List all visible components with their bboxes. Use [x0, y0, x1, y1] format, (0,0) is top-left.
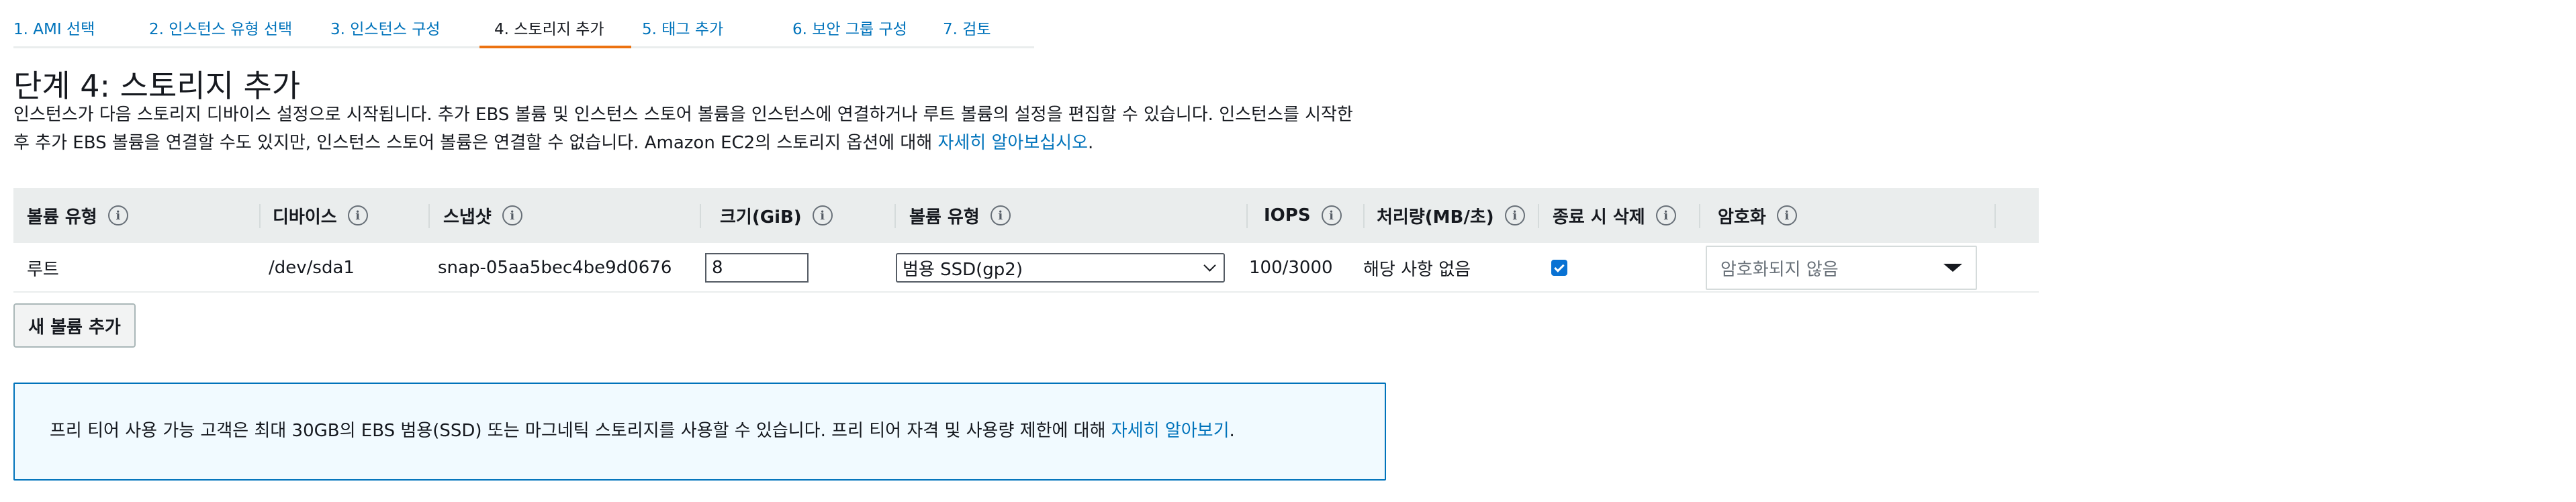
- cell-encryption: 암호화되지 않음: [1706, 243, 1977, 293]
- info-icon[interactable]: i: [990, 205, 1011, 225]
- description-period: .: [1088, 133, 1094, 153]
- column-header-snapshot[interactable]: 스냅샷 i: [443, 188, 522, 243]
- info-icon[interactable]: i: [1776, 205, 1797, 225]
- tab-ami[interactable]: 1. AMI 선택: [13, 0, 149, 48]
- column-header-encryption[interactable]: 암호화 i: [1718, 188, 1797, 243]
- description-line-1: 인스턴스가 다음 스토리지 디바이스 설정으로 시작됩니다. 추가 EBS 볼륨…: [13, 105, 1353, 125]
- tab-label: 1. AMI 선택: [13, 21, 95, 38]
- tab-add-storage[interactable]: 4. 스토리지 추가: [479, 0, 631, 48]
- column-divider: [428, 204, 430, 228]
- info-icon[interactable]: i: [1655, 205, 1676, 225]
- tab-label: 7. 검토: [943, 21, 991, 38]
- column-divider: [1699, 204, 1700, 228]
- delete-on-termination-checkbox[interactable]: [1551, 260, 1567, 276]
- learn-more-link[interactable]: 자세히 알아보십시오: [937, 133, 1088, 153]
- wizard-tabs: 1. AMI 선택 2. 인스턴스 유형 선택 3. 인스턴스 구성 4. 스토…: [13, 0, 1034, 48]
- column-divider: [1363, 204, 1365, 228]
- column-divider: [259, 204, 261, 228]
- column-header-delete-on-termination[interactable]: 종료 시 삭제 i: [1553, 188, 1676, 243]
- cell-delete-on-termination: [1551, 243, 1567, 293]
- tab-add-tags[interactable]: 5. 태그 추가: [631, 0, 764, 48]
- column-label: 스냅샷: [443, 207, 492, 228]
- info-icon[interactable]: i: [1504, 205, 1525, 225]
- tab-underline: [149, 46, 330, 48]
- chevron-down-icon: [1203, 258, 1216, 272]
- tab-underline: [330, 46, 479, 48]
- column-header-throughput[interactable]: 처리량(MB/초) i: [1377, 188, 1525, 243]
- cell-device: /dev/sda1: [269, 258, 355, 278]
- description-line-2: 후 추가 EBS 볼륨을 연결할 수도 있지만, 인스턴스 스토어 볼륨은 연결…: [13, 129, 1397, 157]
- info-icon[interactable]: i: [1321, 205, 1342, 225]
- size-input[interactable]: [705, 253, 809, 283]
- column-header-iops[interactable]: IOPS i: [1264, 188, 1342, 243]
- column-label: 볼륨 유형: [909, 207, 980, 228]
- column-divider: [894, 204, 896, 228]
- tab-instance-type[interactable]: 2. 인스턴스 유형 선택: [149, 0, 330, 48]
- tab-label: 3. 인스턴스 구성: [330, 21, 441, 38]
- cell-throughput: 해당 사항 없음: [1363, 259, 1471, 280]
- column-header-device[interactable]: 디바이스 i: [273, 188, 368, 243]
- free-tier-alert: 프리 티어 사용 가능 고객은 최대 30GB의 EBS 범용(SSD) 또는 …: [13, 383, 1386, 481]
- tab-label: 6. 보안 그룹 구성: [792, 21, 907, 38]
- info-icon[interactable]: i: [812, 205, 833, 225]
- alert-message: 프리 티어 사용 가능 고객은 최대 30GB의 EBS 범용(SSD) 또는 …: [50, 421, 1111, 441]
- cell-size: [705, 243, 809, 293]
- description-text: 후 추가 EBS 볼륨을 연결할 수도 있지만, 인스턴스 스토어 볼륨은 연결…: [13, 133, 938, 153]
- tab-underline: [13, 46, 149, 48]
- column-header-size[interactable]: 크기(GiB) i: [720, 188, 833, 243]
- tab-label: 5. 태그 추가: [642, 21, 724, 38]
- info-icon[interactable]: i: [502, 205, 522, 225]
- tab-underline: [631, 46, 764, 48]
- volume-type-select[interactable]: 범용 SSD(gp2): [896, 253, 1225, 283]
- column-header-volume-type[interactable]: 볼륨 유형 i: [27, 188, 128, 243]
- encryption-selected: 암호화되지 않음: [1720, 259, 1839, 280]
- cell-volume-kind: 범용 SSD(gp2): [896, 243, 1225, 293]
- tab-underline: [764, 46, 920, 48]
- column-label: 종료 시 삭제: [1553, 207, 1645, 228]
- caret-down-icon: [1943, 264, 1962, 272]
- column-label: 암호화: [1718, 207, 1766, 228]
- info-icon[interactable]: i: [107, 205, 128, 225]
- page-title: 단계 4: 스토리지 추가: [13, 68, 301, 104]
- volume-type-selected: 범용 SSD(gp2): [903, 259, 1023, 280]
- alert-learn-more-link[interactable]: 자세히 알아보기: [1111, 421, 1230, 441]
- tab-security-group[interactable]: 6. 보안 그룹 구성: [764, 0, 920, 48]
- column-label: 처리량(MB/초): [1377, 207, 1494, 228]
- column-divider: [700, 204, 701, 228]
- cell-snapshot: snap-05aa5bec4be9d0676: [438, 258, 672, 278]
- column-divider: [1246, 204, 1248, 228]
- encryption-select[interactable]: 암호화되지 않음: [1706, 246, 1977, 290]
- tab-underline: [479, 46, 631, 48]
- table-header: 볼륨 유형 i 디바이스 i 스냅샷 i 크기(GiB) i 볼륨 유형 i I…: [13, 188, 2039, 243]
- storage-table: 볼륨 유형 i 디바이스 i 스냅샷 i 크기(GiB) i 볼륨 유형 i I…: [13, 188, 2039, 293]
- column-label: 디바이스: [273, 207, 337, 228]
- column-header-volume-kind[interactable]: 볼륨 유형 i: [909, 188, 1011, 243]
- tab-configure-instance[interactable]: 3. 인스턴스 구성: [330, 0, 479, 48]
- checkmark-icon: [1554, 261, 1565, 272]
- tab-review[interactable]: 7. 검토: [920, 0, 1034, 48]
- tab-label: 4. 스토리지 추가: [494, 21, 604, 38]
- alert-text: 프리 티어 사용 가능 고객은 최대 30GB의 EBS 범용(SSD) 또는 …: [50, 417, 1235, 444]
- column-label: IOPS: [1264, 205, 1311, 225]
- column-divider: [1538, 204, 1539, 228]
- add-volume-button[interactable]: 새 볼륨 추가: [13, 303, 136, 348]
- tab-label: 2. 인스턴스 유형 선택: [149, 21, 293, 38]
- column-label: 크기(GiB): [720, 207, 802, 228]
- tab-underline: [920, 46, 1034, 48]
- cell-iops: 100/3000: [1249, 258, 1333, 278]
- info-icon[interactable]: i: [347, 205, 368, 225]
- alert-period: .: [1229, 421, 1235, 441]
- column-divider: [1994, 204, 1996, 228]
- column-label: 볼륨 유형: [27, 207, 97, 228]
- cell-volume-type: 루트: [27, 259, 59, 280]
